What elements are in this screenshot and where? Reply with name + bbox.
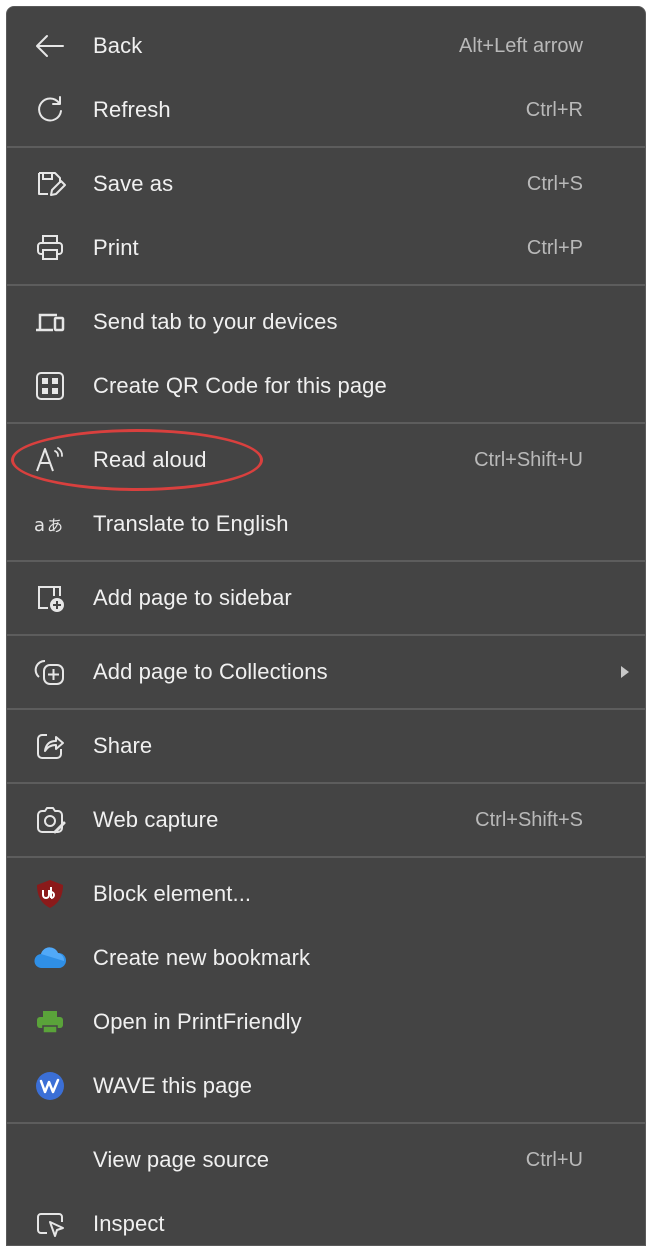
share-icon (33, 729, 67, 763)
menu-item-back[interactable]: Back Alt+Left arrow (7, 14, 645, 78)
web-capture-icon (33, 803, 67, 837)
menu-separator (7, 634, 645, 636)
collections-icon (33, 655, 67, 689)
submenu-arrow-icon (621, 666, 629, 678)
menu-item-shortcut: Ctrl+Shift+S (475, 808, 583, 831)
menu-item-shortcut: Ctrl+R (525, 98, 583, 121)
menu-item-label: Print (93, 235, 139, 260)
menu-item-add-to-collections[interactable]: Add page to Collections (7, 640, 645, 704)
inspect-icon (33, 1207, 67, 1241)
context-menu: Back Alt+Left arrow Refresh Ctrl+R Save … (6, 6, 646, 1246)
menu-item-label: Send tab to your devices (93, 309, 338, 334)
refresh-icon (33, 93, 67, 127)
devices-icon (33, 305, 67, 339)
menu-item-shortcut: Alt+Left arrow (459, 34, 583, 57)
arrow-left-icon (33, 29, 67, 63)
menu-item-print[interactable]: Print Ctrl+P (7, 216, 645, 280)
read-aloud-icon (33, 443, 67, 477)
ublock-icon (33, 877, 67, 911)
menu-item-inspect[interactable]: Inspect (7, 1192, 645, 1245)
menu-item-shortcut: Ctrl+P (526, 236, 583, 259)
menu-item-wave[interactable]: WAVE this page (7, 1054, 645, 1118)
menu-item-shortcut: Ctrl+U (525, 1148, 583, 1171)
menu-separator (7, 708, 645, 710)
menu-item-translate[interactable]: aあ Translate to English (7, 492, 645, 556)
menu-item-read-aloud[interactable]: Read aloud Ctrl+Shift+U (7, 428, 645, 492)
menu-separator (7, 1122, 645, 1124)
menu-item-label: Read aloud (93, 447, 207, 472)
menu-separator (7, 146, 645, 148)
menu-item-add-to-sidebar[interactable]: Add page to sidebar (7, 566, 645, 630)
menu-item-label: Open in PrintFriendly (93, 1009, 302, 1034)
menu-item-qr-code[interactable]: Create QR Code for this page (7, 354, 645, 418)
menu-item-view-source[interactable]: View page source Ctrl+U (7, 1128, 645, 1192)
cloud-bookmark-icon (33, 941, 67, 975)
svg-text:a: a (34, 515, 45, 536)
menu-item-label: Share (93, 733, 153, 758)
menu-item-create-bookmark[interactable]: Create new bookmark (7, 926, 645, 990)
menu-item-label: Create new bookmark (93, 945, 311, 970)
menu-item-label: Refresh (93, 97, 171, 122)
menu-separator (7, 422, 645, 424)
menu-item-label: Create QR Code for this page (93, 373, 387, 398)
menu-item-refresh[interactable]: Refresh Ctrl+R (7, 78, 645, 142)
translate-icon: aあ (33, 507, 67, 541)
menu-item-shortcut: Ctrl+S (526, 172, 583, 195)
qr-code-icon (33, 369, 67, 403)
menu-item-label: Add page to Collections (93, 659, 328, 684)
menu-item-label: Block element... (93, 881, 252, 906)
menu-item-label: Inspect (93, 1211, 165, 1236)
menu-separator (7, 856, 645, 858)
menu-separator (7, 782, 645, 784)
menu-item-label: WAVE this page (93, 1073, 253, 1098)
menu-item-web-capture[interactable]: Web capture Ctrl+Shift+S (7, 788, 645, 852)
menu-item-label: Translate to English (93, 511, 289, 536)
menu-item-label: Web capture (93, 807, 219, 832)
menu-item-share[interactable]: Share (7, 714, 645, 778)
wave-icon (33, 1069, 67, 1103)
menu-item-label: Back (93, 33, 143, 58)
menu-item-block-element[interactable]: Block element... (7, 862, 645, 926)
svg-text:あ: あ (47, 516, 63, 535)
menu-item-label: Add page to sidebar (93, 585, 292, 610)
menu-item-save-as[interactable]: Save as Ctrl+S (7, 152, 645, 216)
printfriendly-icon (33, 1005, 67, 1039)
menu-separator (7, 284, 645, 286)
printer-icon (33, 231, 67, 265)
menu-separator (7, 560, 645, 562)
menu-item-label: Save as (93, 171, 174, 196)
menu-item-label: View page source (93, 1147, 270, 1172)
save-as-icon (33, 167, 67, 201)
menu-item-shortcut: Ctrl+Shift+U (474, 448, 583, 471)
menu-item-send-tab[interactable]: Send tab to your devices (7, 290, 645, 354)
menu-item-printfriendly[interactable]: Open in PrintFriendly (7, 990, 645, 1054)
sidebar-add-icon (33, 581, 67, 615)
